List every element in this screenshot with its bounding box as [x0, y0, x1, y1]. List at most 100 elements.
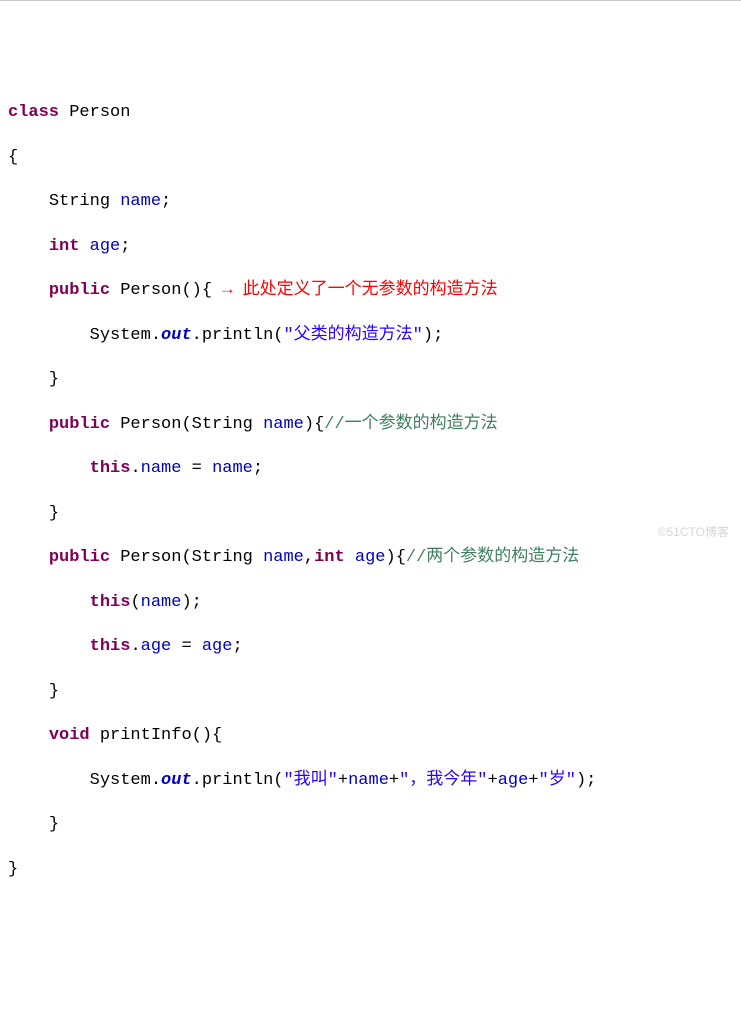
close: ){	[386, 548, 406, 567]
code-line: void printInfo(){	[8, 723, 733, 749]
code-line: }	[8, 812, 733, 838]
code-line: this.age = age;	[8, 634, 733, 660]
code-block: class Person { String name; int age; pub…	[8, 81, 733, 901]
dot: .	[130, 637, 140, 656]
var: name	[348, 771, 389, 790]
space	[79, 237, 89, 256]
indent	[8, 815, 49, 834]
brace: }	[49, 504, 59, 523]
space	[110, 192, 120, 211]
constructor: Person(String	[110, 548, 263, 567]
plus: +	[389, 771, 399, 790]
param: name	[263, 415, 304, 434]
code-line: System.out.println("父类的构造方法");	[8, 323, 733, 349]
close: );	[576, 771, 596, 790]
constructor: Person(){	[120, 281, 212, 300]
indent	[8, 771, 90, 790]
classname: Person	[69, 103, 130, 122]
indent	[8, 281, 49, 300]
code-line: }	[8, 501, 733, 527]
equals: =	[171, 637, 202, 656]
code-line: this.name = name;	[8, 456, 733, 482]
comma: ,	[304, 548, 314, 567]
string-literal: "我叫"	[283, 771, 337, 790]
brace: }	[49, 815, 59, 834]
method-call: .println(	[192, 771, 284, 790]
param: name	[141, 593, 182, 612]
indent	[8, 548, 49, 567]
semicolon: ;	[253, 459, 263, 478]
field-name: age	[90, 237, 121, 256]
param: age	[202, 637, 233, 656]
arrow-icon: →	[222, 281, 232, 300]
keyword-this: this	[90, 637, 131, 656]
system: System.	[90, 771, 161, 790]
field: age	[141, 637, 172, 656]
indent	[8, 192, 49, 211]
indent	[8, 237, 49, 256]
comment: //一个参数的构造方法	[324, 415, 497, 434]
param: name	[212, 459, 253, 478]
keyword-this: this	[90, 593, 131, 612]
plus: +	[338, 771, 348, 790]
param: name	[263, 548, 304, 567]
keyword-int: int	[314, 548, 345, 567]
code-line: class Person	[8, 100, 733, 126]
semicolon: ;	[161, 192, 171, 211]
code-line: }	[8, 367, 733, 393]
constructor: Person(String	[110, 415, 263, 434]
code-line: String name;	[8, 189, 733, 215]
indent	[8, 370, 49, 389]
plus: +	[528, 771, 538, 790]
var: age	[498, 771, 529, 790]
system: System.	[90, 326, 161, 345]
indent	[8, 682, 49, 701]
plus: +	[488, 771, 498, 790]
string-literal: "，我今年"	[399, 771, 487, 790]
semicolon: ;	[120, 237, 130, 256]
string-literal: "父类的构造方法"	[283, 326, 422, 345]
code-line: this(name);	[8, 590, 733, 616]
indent	[8, 326, 90, 345]
out-field: out	[161, 326, 192, 345]
keyword-public: public	[49, 548, 110, 567]
equals: =	[181, 459, 212, 478]
brace: {	[8, 148, 18, 167]
field: name	[141, 459, 182, 478]
method-call: .println(	[192, 326, 284, 345]
indent	[8, 637, 90, 656]
keyword-class: class	[8, 103, 59, 122]
param: age	[355, 548, 386, 567]
string-literal: "岁"	[539, 771, 576, 790]
out-field: out	[161, 771, 192, 790]
code-line: int age;	[8, 234, 733, 260]
keyword-public: public	[49, 415, 110, 434]
space	[345, 548, 355, 567]
close: ){	[304, 415, 324, 434]
code-line: System.out.println("我叫"+name+"，我今年"+age+…	[8, 768, 733, 794]
space	[212, 281, 222, 300]
type: String	[49, 192, 110, 211]
keyword-int: int	[49, 237, 80, 256]
code-line: }	[8, 679, 733, 705]
close: );	[181, 593, 201, 612]
dot: .	[130, 459, 140, 478]
comment: //两个参数的构造方法	[406, 548, 579, 567]
keyword-public: public	[49, 281, 110, 300]
method-name: printInfo(){	[90, 726, 223, 745]
brace: }	[8, 860, 18, 879]
code-line: public Person(String name,int age){//两个参…	[8, 545, 733, 571]
indent	[8, 593, 90, 612]
brace: }	[49, 370, 59, 389]
indent	[8, 415, 49, 434]
keyword-void: void	[49, 726, 90, 745]
code-line: {	[8, 145, 733, 171]
brace: }	[49, 682, 59, 701]
watermark: ©51CTO博客	[658, 523, 729, 540]
close: );	[423, 326, 443, 345]
indent	[8, 459, 90, 478]
semicolon: ;	[232, 637, 242, 656]
paren: (	[130, 593, 140, 612]
code-line: public Person(String name){//一个参数的构造方法	[8, 412, 733, 438]
space	[59, 103, 69, 122]
